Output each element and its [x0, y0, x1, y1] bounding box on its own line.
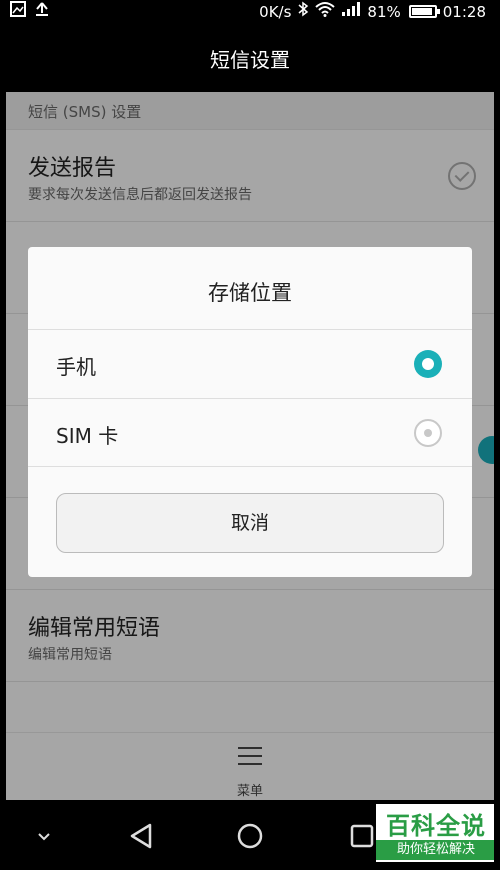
option-sim-card[interactable]: SIM 卡	[28, 398, 472, 467]
status-bar: 0K/s 81% 01:28	[6, 0, 494, 22]
page-title: 短信设置	[210, 48, 290, 72]
clock: 01:28	[442, 2, 486, 21]
watermark-logo: 百科全说 助你轻松解决	[376, 804, 494, 862]
dialog-title: 存储位置	[208, 281, 292, 305]
bluetooth-icon	[297, 1, 309, 22]
watermark-tagline: 助你轻松解决	[376, 840, 494, 860]
gallery-notification-icon	[10, 1, 26, 22]
network-speed: 0K/s	[259, 2, 292, 21]
battery-percent: 81%	[367, 2, 401, 21]
home-icon[interactable]	[232, 818, 268, 854]
cancel-button[interactable]: 取消	[56, 493, 444, 553]
radio-unselected-icon[interactable]	[414, 419, 442, 447]
option-label: SIM 卡	[56, 424, 119, 448]
upload-notification-icon	[34, 1, 50, 22]
radio-selected-icon[interactable]	[414, 350, 442, 378]
option-label: 手机	[56, 355, 96, 379]
title-bar: 短信设置	[6, 22, 494, 92]
signal-icon	[341, 1, 361, 22]
recent-apps-icon[interactable]	[344, 818, 380, 854]
back-icon[interactable]	[124, 818, 160, 854]
watermark-brand: 百科全说	[386, 812, 486, 840]
phone-screen: 0K/s 81% 01:28 短信设置 短信 (SMS) 设置 发送报告 要求每…	[6, 0, 494, 870]
battery-icon	[408, 5, 440, 18]
storage-location-dialog: 存储位置 手机 SIM 卡 取消	[28, 247, 472, 577]
wifi-icon	[315, 1, 336, 22]
chevron-down-icon[interactable]	[26, 818, 62, 854]
option-phone[interactable]: 手机	[28, 329, 472, 398]
